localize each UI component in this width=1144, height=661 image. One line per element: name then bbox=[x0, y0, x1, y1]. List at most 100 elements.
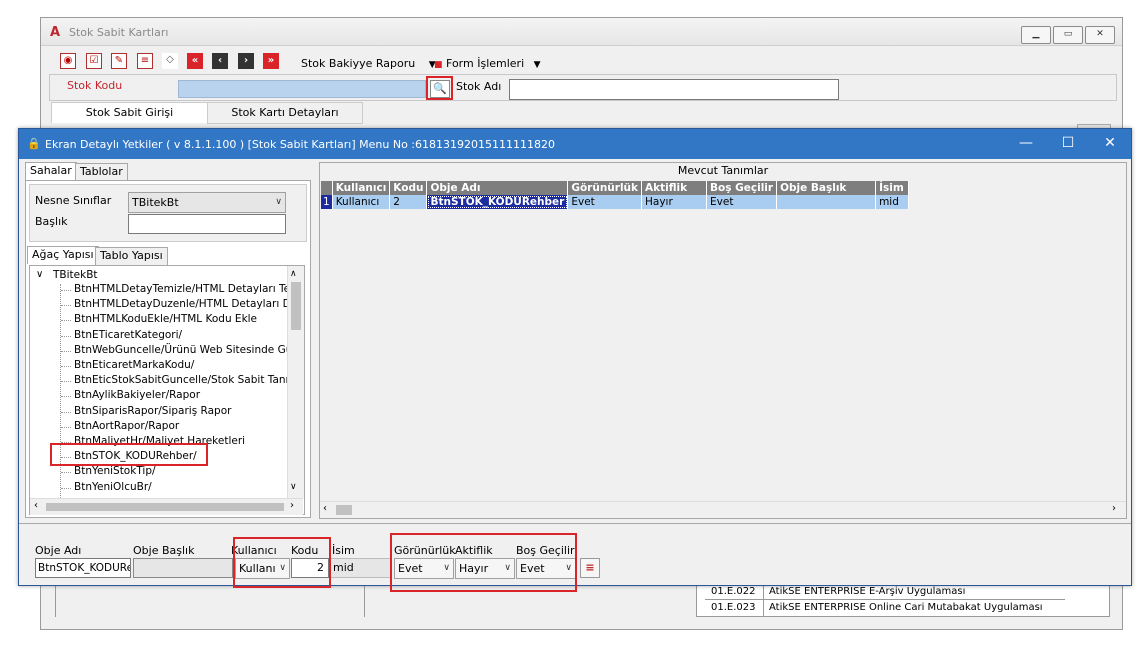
grid-header-row: Kullanıcı Kodu Obje Adı Görünürlük Aktiflik B… bbox=[321, 181, 910, 195]
tree-connector bbox=[61, 426, 71, 428]
tab-stok-sabit-girisi[interactable]: Stok Sabit Girişi bbox=[51, 102, 208, 123]
tag-icon[interactable]: ◇ bbox=[162, 53, 178, 69]
scroll-left-icon[interactable]: ‹ bbox=[34, 500, 38, 511]
minimize-icon[interactable]: ▁ bbox=[1021, 26, 1051, 44]
grid-row[interactable]: 1 Kullanıcı 2 BtnSTOK_KODURehber Evet Hayır Ev… bbox=[321, 195, 910, 209]
minimize-icon[interactable]: — bbox=[1011, 135, 1041, 151]
dialog-title: Ekran Detaylı Yetkiler ( v 8.1.1.100 ) [… bbox=[45, 138, 555, 151]
tab-sahalar[interactable]: Sahalar bbox=[25, 162, 77, 180]
tree-view[interactable]: ∨ TBitekBt BtnHTMLDetayTemizle/HTML Deta… bbox=[29, 265, 305, 515]
grid-corner bbox=[321, 181, 333, 195]
table-row[interactable]: 01.E.022 AtikSE ENTERPRISE E-Arşiv Uygul… bbox=[705, 584, 1065, 600]
scroll-down-icon[interactable]: ∨ bbox=[290, 482, 297, 492]
grid-cell-isim[interactable]: mid bbox=[875, 195, 910, 209]
scroll-right-icon[interactable]: › bbox=[290, 500, 294, 511]
grid-header-cell[interactable]: Kodu bbox=[389, 181, 428, 195]
tree-line bbox=[60, 284, 61, 514]
highlight-permissions bbox=[390, 533, 577, 592]
grid-header-cell[interactable]: Aktiflik bbox=[641, 181, 708, 195]
grid-header-cell[interactable]: Kullanıcı bbox=[332, 181, 391, 195]
tree-item[interactable]: BtnYeniOlcuBr/ bbox=[74, 481, 152, 493]
tree-connector bbox=[61, 411, 71, 413]
scroll-up-icon[interactable]: ∧ bbox=[290, 269, 297, 279]
permissions-dialog: 🔒 Ekran Detaylı Yetkiler ( v 8.1.1.100 )… bbox=[18, 128, 1132, 586]
tab-agac-yapisi[interactable]: Ağaç Yapısı bbox=[27, 246, 99, 264]
tab-tablolar[interactable]: Tablolar bbox=[75, 163, 128, 181]
menu-stok-bakiye[interactable]: Stok Bakiyye Raporu ▼ bbox=[301, 57, 436, 70]
tree-item[interactable]: BtnWebGuncelle/Ürünü Web Sitesinde Günce… bbox=[74, 344, 304, 356]
previous-record-icon[interactable]: ‹ bbox=[212, 53, 228, 69]
tree-connector bbox=[61, 290, 71, 291]
grid-header-cell[interactable]: Obje Adı bbox=[426, 181, 569, 195]
tree-item[interactable]: BtnETicaretKategori/ bbox=[74, 329, 182, 341]
tree-item[interactable]: BtnSiparisRapor/Sipariş Rapor bbox=[74, 405, 231, 417]
checklist-icon[interactable]: ☑ bbox=[86, 53, 102, 69]
grid-header-cell[interactable]: Boş Geçilir bbox=[706, 181, 778, 195]
stok-kodu-input[interactable] bbox=[178, 80, 426, 98]
scroll-thumb[interactable] bbox=[336, 505, 352, 515]
highlight-search-button bbox=[426, 76, 453, 100]
stok-adi-input[interactable] bbox=[509, 79, 839, 100]
menu-form-islemleri[interactable]: ■ Form İşlemleri ▼ bbox=[434, 57, 541, 70]
edit-icon[interactable]: ✎ bbox=[111, 53, 127, 69]
tree-item[interactable]: BtnHTMLDetayDuzenle/HTML Detayları Düzen… bbox=[74, 298, 304, 310]
list-icon[interactable]: ≡ bbox=[137, 53, 153, 69]
row-divider bbox=[763, 600, 764, 617]
grid-header-cell[interactable]: İsim bbox=[875, 181, 910, 195]
tree-item[interactable]: BtnAortRapor/Rapor bbox=[74, 420, 179, 432]
tree-item[interactable]: BtnEticStokSabitGuncelle/Stok Sabit Tanı… bbox=[74, 374, 304, 386]
scroll-thumb[interactable] bbox=[46, 503, 284, 511]
nesne-siniflar-label: Nesne Sınıflar bbox=[35, 194, 112, 207]
tab-stok-karti-detaylari[interactable]: Stok Kartı Detayları bbox=[207, 102, 363, 124]
grid-hscrollbar[interactable]: ‹ › bbox=[320, 501, 1126, 518]
close-icon[interactable]: ✕ bbox=[1095, 135, 1125, 151]
scroll-thumb[interactable] bbox=[291, 282, 301, 330]
obje-baslik-label: Obje Başlık bbox=[133, 544, 195, 557]
tree-item[interactable]: BtnHTMLDetayTemizle/HTML Detayları Temiz… bbox=[74, 283, 304, 295]
close-icon[interactable]: ✕ bbox=[1085, 26, 1115, 44]
first-record-icon[interactable]: « bbox=[187, 53, 203, 69]
grid-cell-gorunurluk[interactable]: Evet bbox=[567, 195, 643, 209]
grid-header-cell[interactable]: Görünürlük bbox=[567, 181, 643, 195]
menu-icon[interactable]: ≡ bbox=[580, 558, 600, 578]
collapse-icon[interactable]: ∨ bbox=[36, 269, 43, 280]
bg-bottom-table: 01.E.022 AtikSE ENTERPRISE E-Arşiv Uygul… bbox=[696, 583, 1110, 617]
table-row[interactable]: 01.E.023 AtikSE ENTERPRISE Online Cari M… bbox=[705, 600, 1065, 617]
isim-input[interactable]: mid bbox=[330, 558, 392, 578]
tree-root[interactable]: TBitekBt bbox=[53, 269, 98, 281]
nesne-siniflar-select[interactable]: TBitekBt ∨ bbox=[128, 192, 286, 213]
maximize-icon[interactable]: ☐ bbox=[1053, 135, 1083, 151]
maximize-icon[interactable]: ▭ bbox=[1053, 26, 1083, 44]
menu-form-islemleri-label: Form İşlemleri bbox=[446, 57, 525, 70]
last-record-icon[interactable]: » bbox=[263, 53, 279, 69]
grid[interactable]: Kullanıcı Kodu Obje Adı Görünürlük Aktiflik B… bbox=[321, 181, 910, 209]
scroll-right-icon[interactable]: › bbox=[1112, 503, 1116, 514]
baslik-input[interactable] bbox=[128, 214, 286, 234]
obje-baslik-input[interactable] bbox=[133, 558, 233, 578]
tree-connector bbox=[61, 320, 71, 322]
tree-item[interactable]: BtnEticaretMarkaKodu/ bbox=[74, 359, 194, 371]
grid-cell-aktiflik[interactable]: Hayır bbox=[641, 195, 708, 209]
tree-connector bbox=[61, 366, 71, 367]
grid-cell-kullanici[interactable]: Kullanıcı bbox=[332, 195, 391, 209]
grid-cell-obje-baslik[interactable] bbox=[776, 195, 877, 209]
bg-bottom-left-panel bbox=[55, 583, 365, 617]
tree-hscrollbar[interactable]: ‹ › bbox=[30, 498, 303, 515]
tree-vscrollbar[interactable]: ∧ ∨ bbox=[287, 266, 304, 498]
highlight-user-code bbox=[233, 537, 331, 588]
grid-header-cell[interactable]: Obje Başlık bbox=[776, 181, 877, 195]
scroll-left-icon[interactable]: ‹ bbox=[323, 503, 327, 514]
tree-item[interactable]: BtnHTMLKoduEkle/HTML Kodu Ekle bbox=[74, 313, 257, 325]
tree-item[interactable]: BtnYeniStokTip/ bbox=[74, 465, 156, 477]
grid-cell-obje-adi[interactable]: BtnSTOK_KODURehber bbox=[426, 195, 569, 209]
obje-adi-input[interactable]: BtnSTOK_KODUReh bbox=[35, 558, 131, 578]
baslik-label: Başlık bbox=[35, 215, 68, 228]
highlight-tree-item bbox=[50, 443, 208, 466]
record-icon[interactable]: ◉ bbox=[60, 53, 76, 69]
tree-item[interactable]: BtnAylikBakiyeler/Rapor bbox=[74, 389, 200, 401]
lock-icon: 🔒 bbox=[27, 137, 41, 150]
next-record-icon[interactable]: › bbox=[238, 53, 254, 69]
grid-cell-bos-gecilir[interactable]: Evet bbox=[706, 195, 778, 209]
tab-tablo-yapisi[interactable]: Tablo Yapısı bbox=[95, 247, 168, 265]
grid-cell-kodu[interactable]: 2 bbox=[389, 195, 428, 209]
